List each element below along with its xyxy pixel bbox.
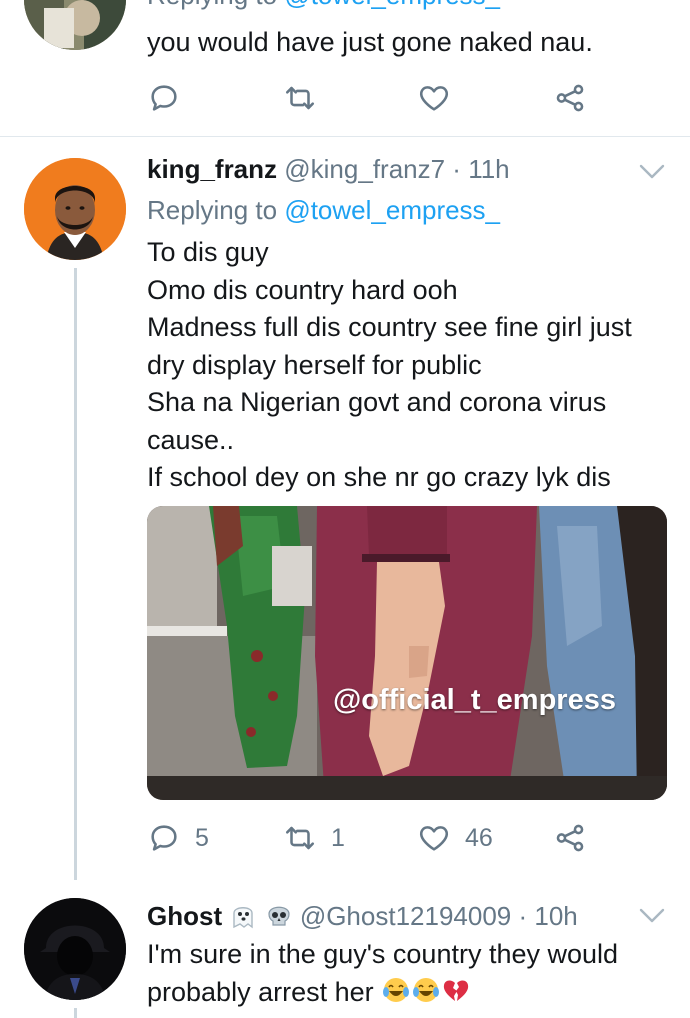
share-icon xyxy=(556,84,584,112)
separator-dot: · xyxy=(445,154,469,184)
tweet-text: To dis guy Omo dis country hard ooh Madn… xyxy=(147,234,632,497)
share-icon xyxy=(556,824,584,852)
reply-to-line: Replying to @towel_empress_ xyxy=(147,0,500,11)
chevron-down-icon[interactable] xyxy=(638,162,666,182)
tweet-text-line: Sha na Nigerian govt and corona virus xyxy=(147,387,607,417)
tweet-media-video[interactable]: @official_t_empress xyxy=(147,506,667,800)
thread-line xyxy=(74,268,77,880)
tweet-text-line: I'm sure in the guy's country they would xyxy=(147,939,619,969)
tweet-text-line: To dis guy xyxy=(147,237,269,267)
thread-line xyxy=(74,1008,77,1018)
like-button[interactable]: 46 xyxy=(417,818,493,858)
tweet-previous[interactable]: Replying to @towel_empress_ you would ha… xyxy=(0,0,690,136)
tweet-text-line: Omo dis country hard ooh xyxy=(147,274,458,305)
tweet-header: king_franz @king_franz7 · 11h xyxy=(147,154,510,185)
tweet-text-line: cause.. xyxy=(147,424,235,455)
share-button[interactable] xyxy=(553,818,587,858)
reply-button[interactable]: 5 xyxy=(147,818,209,858)
reply-icon xyxy=(151,825,177,851)
tweet-header: Ghost @Ghost12194009 · 10h xyxy=(147,901,578,932)
retweet-icon xyxy=(285,826,315,850)
share-button[interactable] xyxy=(553,78,587,118)
separator-dot: · xyxy=(511,901,535,931)
user-handle[interactable]: @king_franz7 xyxy=(284,154,445,184)
timestamp[interactable]: 11h xyxy=(468,154,509,184)
media-watermark: @official_t_empress xyxy=(333,684,616,716)
user-handle[interactable]: @Ghost12194009 xyxy=(300,901,511,931)
tweet-text-line: If school dey on she nr go crazy lyk dis xyxy=(147,462,611,492)
ghost-emoji xyxy=(233,907,254,929)
tweet-actions xyxy=(147,78,597,118)
display-name[interactable]: king_franz xyxy=(147,154,277,184)
like-button[interactable] xyxy=(417,78,451,118)
retweet-count: 1 xyxy=(331,823,345,852)
heart-icon xyxy=(419,826,449,851)
tweet-text-line: probably arrest her xyxy=(147,976,374,1007)
tweet-text: you would have just gone naked nau. xyxy=(147,27,593,57)
retweet-button[interactable]: 1 xyxy=(283,818,345,858)
reply-count: 5 xyxy=(195,823,209,852)
reply-to-prefix: Replying to xyxy=(147,0,284,10)
reply-to-prefix: Replying to xyxy=(147,195,285,225)
tweet-text-line: Madness full dis country see fine girl j… xyxy=(147,312,632,342)
tweet-text-line-with-emoji: probably arrest her xyxy=(147,974,618,1012)
avatar[interactable] xyxy=(24,898,126,1000)
tears-of-joy-emoji xyxy=(413,977,440,1002)
timestamp[interactable]: 10h xyxy=(534,901,577,931)
retweet-icon xyxy=(285,86,315,110)
tears-of-joy-emoji xyxy=(383,977,410,1002)
broken-heart-emoji xyxy=(443,980,469,1001)
retweet-button[interactable] xyxy=(283,78,317,118)
heart-icon xyxy=(419,86,449,111)
avatar[interactable] xyxy=(24,158,126,260)
video-frame xyxy=(147,506,667,800)
reply-icon xyxy=(151,85,177,111)
tweet-actions: 5 1 46 xyxy=(147,818,597,858)
reply-to-line: Replying to @towel_empress_ xyxy=(147,195,500,226)
chevron-down-icon[interactable] xyxy=(638,906,666,926)
tweet-text-line: dry display herself for public xyxy=(147,349,482,380)
display-name[interactable]: Ghost xyxy=(147,901,222,931)
tweet-text: I'm sure in the guy's country they would… xyxy=(147,936,618,1011)
like-count: 46 xyxy=(465,823,493,852)
reply-to-handle[interactable]: @towel_empress_ xyxy=(284,195,500,225)
skull-emoji xyxy=(267,906,290,926)
avatar[interactable] xyxy=(24,0,126,50)
reply-button[interactable] xyxy=(147,78,181,118)
reply-to-handle[interactable]: @towel_empress_ xyxy=(284,0,500,10)
